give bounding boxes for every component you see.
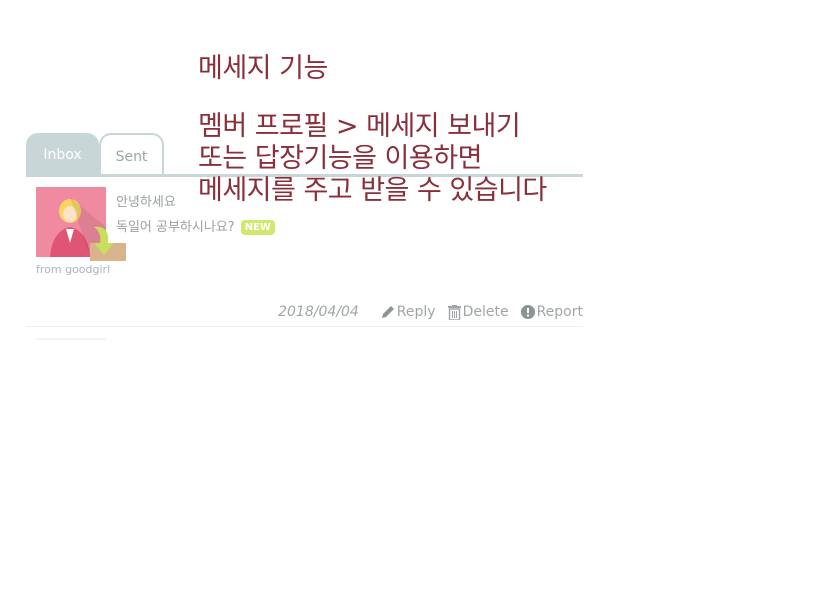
delete-button[interactable]: Delete: [447, 304, 509, 320]
tutorial-overlay: 메세지 기능 멤버 프로필 > 메세지 보내기 또는 답장기능을 이용하면 메세…: [198, 53, 547, 207]
message-meta: 2018/04/04 Reply Delete Report: [278, 304, 583, 320]
overlay-heading: 메세지 기능: [198, 53, 328, 84]
reply-label: Reply: [396, 304, 436, 320]
pencil-icon: [381, 306, 394, 318]
message-body: 독일어 공부하시나요? NEW: [116, 216, 275, 235]
new-badge: NEW: [240, 220, 275, 235]
delete-label: Delete: [462, 304, 509, 320]
message-divider: [26, 326, 583, 327]
tab-inbox[interactable]: Inbox: [26, 133, 99, 174]
message-sender[interactable]: from goodgirl: [36, 263, 110, 276]
report-label: Report: [536, 304, 583, 320]
message-date: 2018/04/04: [278, 304, 359, 320]
overlay-line: 메세지를 주고 받을 수 있습니다: [198, 175, 547, 206]
reply-button[interactable]: Reply: [381, 304, 436, 320]
tab-sent[interactable]: Sent: [99, 133, 164, 174]
message-body-text: 독일어 공부하시나요?: [116, 220, 235, 235]
trash-icon: [447, 304, 461, 320]
overlay-line: 또는 답장기능을 이용하면: [198, 143, 482, 174]
next-message-placeholder: [36, 338, 106, 340]
message-title: 안녕하세요: [116, 195, 176, 210]
exclamation-circle-icon: [520, 305, 535, 319]
report-button[interactable]: Report: [520, 304, 583, 320]
overlay-line: 멤버 프로필 > 메세지 보내기: [198, 111, 521, 142]
